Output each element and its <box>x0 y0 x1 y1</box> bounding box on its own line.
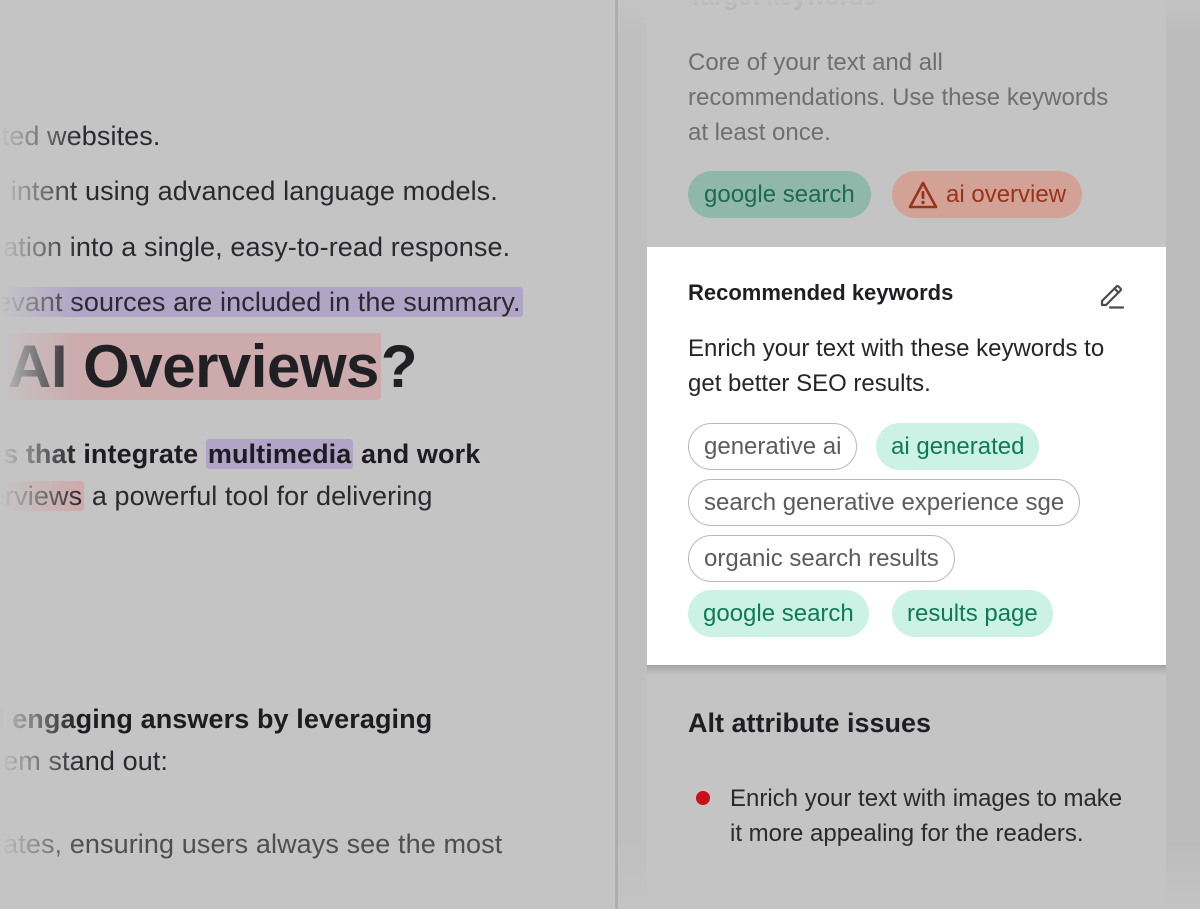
editor-line: hem stand out: <box>0 746 169 776</box>
keyword-chip[interactable]: generative ai <box>688 423 858 470</box>
card-shadow <box>647 665 1166 675</box>
pencil-icon[interactable] <box>1096 281 1126 311</box>
warning-triangle-icon <box>908 181 938 209</box>
editor-line: d engaging answers by leveraging <box>0 704 433 734</box>
editor-line: es that integrate multimedia and work <box>0 439 481 469</box>
editor-line: dates, ensuring users always see the mos… <box>0 829 503 859</box>
keyword-chip-used[interactable]: results page <box>892 590 1053 637</box>
alt-issue-text: Enrich your text with images to make it … <box>730 785 1123 847</box>
article-heading: AI Overviews? <box>0 332 418 401</box>
keyword-chip[interactable]: organic search results <box>688 535 955 582</box>
editor-line: levant sources are included in the summa… <box>0 287 523 318</box>
text-editor[interactable]: sted websites. h intent using advanced l… <box>0 0 615 909</box>
recommended-keywords-title: Recommended keywords <box>688 280 954 305</box>
editor-line: erviews a powerful tool for delivering <box>0 481 433 512</box>
editor-line: nation into a single, easy-to-read respo… <box>0 232 511 262</box>
editor-line: sted websites. <box>0 121 161 151</box>
issue-bullet-icon <box>696 791 710 805</box>
keyword-chip-used[interactable]: google search <box>688 590 869 637</box>
target-keyword-chip-warning[interactable]: ai overview <box>892 171 1083 218</box>
keyword-highlight[interactable]: AI Overviews <box>0 333 381 400</box>
target-keywords-title: Target keywords <box>688 0 877 12</box>
alt-attribute-title: Alt attribute issues <box>688 708 932 738</box>
panel-gutter <box>618 0 647 909</box>
panel-edge <box>1166 0 1200 909</box>
keyword-highlight[interactable]: erviews <box>0 481 85 511</box>
keyword-highlight[interactable]: levant sources are included in the summa… <box>0 287 523 317</box>
keyword-highlight[interactable]: multimedia <box>205 439 354 469</box>
keyword-chip-used[interactable]: ai generated <box>876 423 1040 470</box>
keyword-chip[interactable]: search generative experience sge <box>688 479 1081 526</box>
target-keyword-chip[interactable]: google search <box>688 171 871 218</box>
target-keywords-description: Core of your text and all recommendation… <box>688 49 1109 146</box>
recommended-keywords-card: Recommended keywords Enrich your text wi… <box>647 247 1166 665</box>
editor-line: h intent using advanced language models. <box>0 176 498 206</box>
recommended-keywords-description: Enrich your text with these keywords to … <box>688 335 1105 397</box>
